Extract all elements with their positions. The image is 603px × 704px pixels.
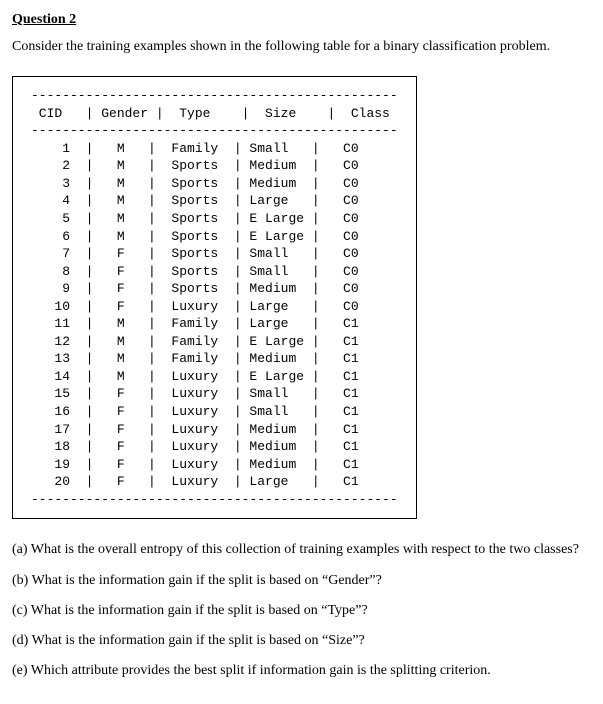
question-c: (c) What is the information gain if the …: [12, 602, 591, 620]
question-e: (e) Which attribute provides the best sp…: [12, 662, 591, 680]
questions-list: (a) What is the overall entropy of this …: [12, 541, 591, 680]
question-a: (a) What is the overall entropy of this …: [12, 541, 591, 559]
question-d: (d) What is the information gain if the …: [12, 632, 591, 650]
training-data-table: ----------------------------------------…: [12, 76, 417, 519]
question-b: (b) What is the information gain if the …: [12, 572, 591, 590]
question-header: Question 2: [12, 12, 591, 28]
problem-statement: Consider the training examples shown in …: [12, 38, 591, 56]
